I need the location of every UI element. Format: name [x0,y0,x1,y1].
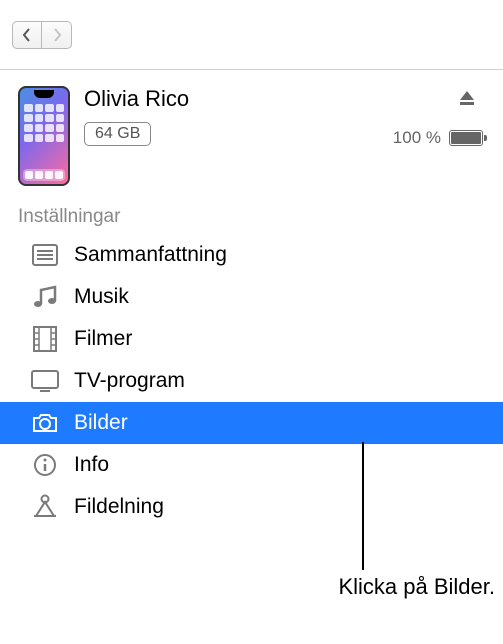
storage-badge: 64 GB [84,122,151,146]
tv-icon [30,370,60,392]
sidebar-item-movies[interactable]: Filmer [0,318,370,360]
sidebar-item-tv[interactable]: TV-program [0,360,370,402]
chevron-left-icon [22,28,32,42]
sidebar-item-label: Bilder [74,411,128,435]
device-thumbnail [18,86,70,186]
sidebar-item-filesharing[interactable]: Fildelning [0,486,370,528]
device-header: Olivia Rico 64 GB 100 % [0,70,503,198]
battery-status: 100 % [393,128,483,148]
sidebar-item-label: Filmer [74,327,132,351]
callout-text: Klicka på Bilder. [175,574,495,600]
eject-button[interactable] [457,88,477,113]
info-icon [30,453,60,477]
settings-list: Sammanfattning Musik Filmer TV-program B… [0,234,370,528]
device-name: Olivia Rico [84,86,485,112]
back-button[interactable] [12,21,42,49]
sidebar-item-summary[interactable]: Sammanfattning [0,234,370,276]
list-icon [30,244,60,266]
sidebar-item-photos[interactable]: Bilder [0,402,503,444]
music-icon [30,284,60,310]
sidebar-item-label: Fildelning [74,495,164,519]
sidebar-item-label: TV-program [74,369,185,393]
callout-line [362,442,364,570]
settings-header: Inställningar [0,198,503,234]
battery-percent: 100 % [393,128,441,148]
sidebar-item-music[interactable]: Musik [0,276,370,318]
toolbar [0,0,503,70]
sidebar-item-label: Sammanfattning [74,243,227,267]
chevron-right-icon [52,28,62,42]
apps-icon [30,494,60,520]
sidebar-item-info[interactable]: Info [0,444,370,486]
sidebar-item-label: Info [74,453,109,477]
sidebar-item-label: Musik [74,285,129,309]
forward-button[interactable] [42,21,72,49]
camera-icon [30,412,60,434]
film-icon [30,326,60,352]
battery-icon [449,130,483,146]
eject-icon [457,88,477,108]
